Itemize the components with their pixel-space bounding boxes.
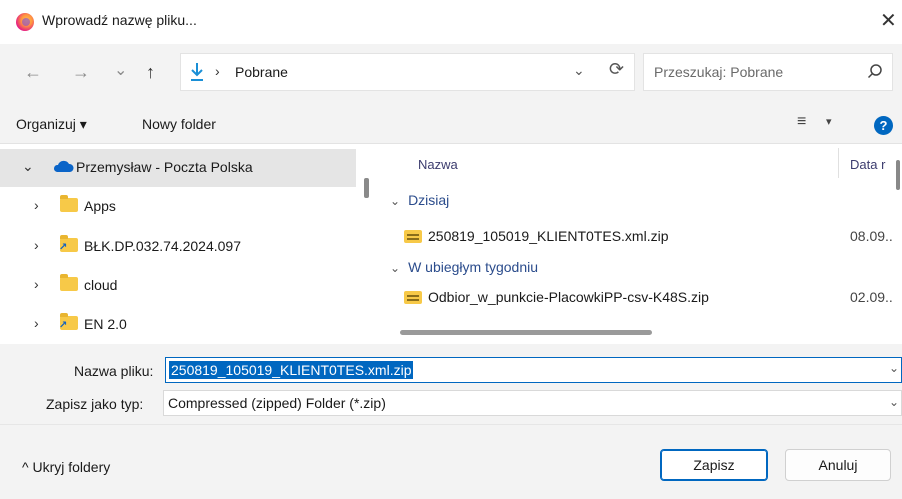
search-icon[interactable] bbox=[866, 63, 884, 81]
file-row[interactable]: Odbior_w_punkcie-PlacowkiPP-csv-K48S.zip… bbox=[404, 289, 893, 309]
organize-menu-button[interactable]: Organizuj ▾ bbox=[16, 116, 87, 133]
save-type-select[interactable]: Compressed (zipped) Folder (*.zip) ⌄ bbox=[163, 390, 902, 416]
view-options-icon[interactable]: ≡ bbox=[797, 113, 806, 131]
folder-shortcut-icon bbox=[59, 313, 78, 331]
download-icon bbox=[191, 63, 203, 81]
tree-item-apps[interactable]: › Apps bbox=[0, 188, 356, 226]
folder-icon bbox=[60, 274, 78, 291]
chevron-down-icon: ⌄ bbox=[390, 261, 401, 275]
column-header-date[interactable]: Data r bbox=[850, 157, 885, 172]
save-button[interactable]: Zapisz bbox=[660, 449, 768, 481]
navigation-scrollbar[interactable] bbox=[364, 178, 369, 198]
chevron-right-icon[interactable]: › bbox=[34, 237, 39, 253]
file-list-scrollbar[interactable] bbox=[896, 160, 900, 190]
firefox-icon bbox=[16, 13, 34, 31]
tree-item-label: BŁK.DP.032.74.2024.097 bbox=[84, 238, 241, 254]
file-date: 02.09.. bbox=[850, 289, 893, 305]
command-bar bbox=[0, 104, 902, 144]
search-placeholder: Przeszukaj: Pobrane bbox=[654, 64, 784, 80]
new-folder-button[interactable]: Nowy folder bbox=[142, 116, 216, 132]
group-label: Dzisiaj bbox=[408, 192, 450, 208]
tree-item-label: EN 2.0 bbox=[84, 316, 127, 332]
chevron-down-icon[interactable]: ⌄ bbox=[22, 158, 34, 175]
zip-folder-icon bbox=[404, 230, 422, 243]
navigation-pane[interactable]: ⌄ Przemysław - Poczta Polska › Apps › BŁ… bbox=[0, 144, 372, 344]
file-name: 250819_105019_KLIENT0TES.xml.zip bbox=[428, 228, 669, 244]
address-bar[interactable]: › Pobrane ⌄ ⟳ bbox=[180, 53, 635, 91]
help-icon[interactable]: ? bbox=[874, 116, 893, 135]
filename-value[interactable]: 250819_105019_KLIENT0TES.xml.zip bbox=[169, 361, 414, 379]
cancel-button[interactable]: Anuluj bbox=[785, 449, 891, 481]
view-dropdown-icon[interactable]: ▾ bbox=[826, 115, 832, 128]
column-divider[interactable] bbox=[838, 148, 839, 178]
window-title: Wprowadź nazwę pliku... bbox=[42, 12, 197, 28]
tree-item-label: Apps bbox=[84, 198, 116, 214]
tree-item-label: Przemysław - Poczta Polska bbox=[76, 159, 253, 175]
group-header-last-week[interactable]: ⌄ W ubiegłym tygodniu bbox=[390, 259, 538, 275]
horizontal-scrollbar[interactable] bbox=[400, 330, 652, 335]
cloud-icon bbox=[53, 160, 74, 172]
chevron-down-icon[interactable]: ⌄ bbox=[889, 395, 899, 409]
tree-item-label: cloud bbox=[84, 277, 118, 293]
zip-folder-icon bbox=[404, 291, 422, 304]
group-header-today[interactable]: ⌄ Dzisiaj bbox=[390, 192, 449, 208]
close-icon[interactable]: ✕ bbox=[880, 8, 897, 33]
up-icon[interactable]: ↑ bbox=[146, 62, 155, 83]
save-type-label: Zapisz jako typ: bbox=[46, 396, 144, 412]
filename-label: Nazwa pliku: bbox=[74, 363, 154, 379]
file-name: Odbior_w_punkcie-PlacowkiPP-csv-K48S.zip bbox=[428, 289, 709, 305]
chevron-right-icon[interactable]: › bbox=[34, 276, 39, 292]
file-row[interactable]: 250819_105019_KLIENT0TES.xml.zip 08.09.. bbox=[404, 228, 893, 248]
back-icon[interactable]: ← bbox=[24, 62, 42, 83]
group-label: W ubiegłym tygodniu bbox=[408, 259, 539, 275]
filename-input[interactable]: 250819_105019_KLIENT0TES.xml.zip ⌄ bbox=[165, 357, 902, 383]
chevron-right-icon[interactable]: › bbox=[34, 315, 39, 331]
file-date: 08.09.. bbox=[850, 228, 893, 244]
chevron-down-icon[interactable]: ⌄ bbox=[889, 361, 899, 375]
hide-folders-button[interactable]: ^ Ukryj foldery bbox=[22, 459, 110, 475]
tree-item-en[interactable]: › EN 2.0 bbox=[0, 306, 356, 344]
tree-item-blk[interactable]: › BŁK.DP.032.74.2024.097 bbox=[0, 228, 356, 266]
tree-item-cloud[interactable]: › cloud bbox=[0, 267, 356, 305]
address-dropdown-icon[interactable]: ⌄ bbox=[573, 62, 585, 79]
folder-icon bbox=[60, 195, 78, 212]
chevron-right-icon[interactable]: › bbox=[34, 197, 39, 213]
breadcrumb-separator: › bbox=[215, 63, 220, 79]
column-header-name[interactable]: Nazwa bbox=[418, 157, 458, 172]
refresh-icon[interactable]: ⟳ bbox=[609, 59, 624, 80]
chevron-down-icon: ⌄ bbox=[390, 194, 401, 208]
folder-shortcut-icon bbox=[59, 235, 78, 253]
recent-locations-icon[interactable]: ⌄ bbox=[114, 60, 127, 80]
search-input[interactable]: Przeszukaj: Pobrane bbox=[643, 53, 893, 91]
breadcrumb-pobrane[interactable]: Pobrane bbox=[235, 64, 288, 80]
tree-item-onedrive[interactable]: ⌄ Przemysław - Poczta Polska bbox=[0, 149, 356, 187]
forward-icon[interactable]: → bbox=[72, 62, 90, 83]
save-type-value: Compressed (zipped) Folder (*.zip) bbox=[168, 395, 386, 411]
